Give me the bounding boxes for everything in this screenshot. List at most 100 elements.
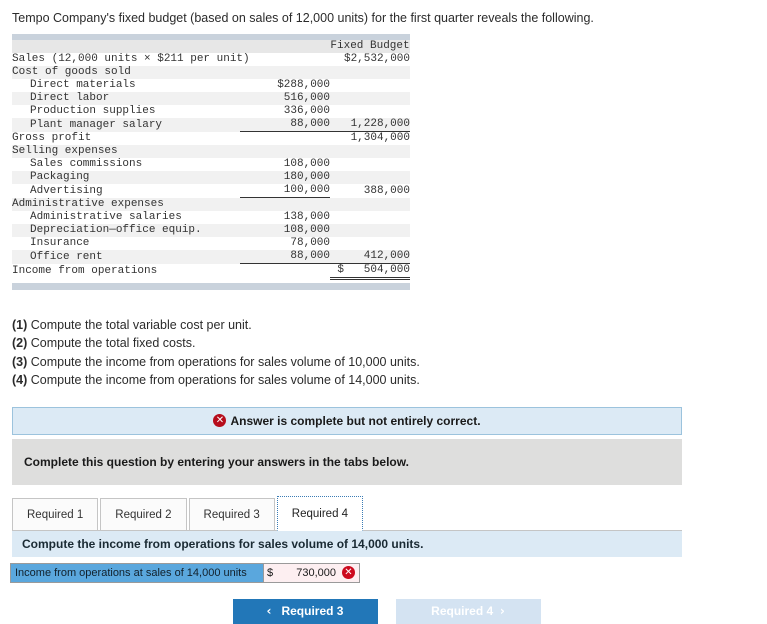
prev-required-label: Required 3	[281, 603, 344, 618]
row-value-right	[330, 79, 410, 93]
row-value-right: 1,228,000	[330, 118, 410, 133]
row-value-mid	[240, 131, 330, 146]
instruction-band: Complete this question by entering your …	[12, 438, 682, 485]
answer-row-label: Income from operations at sales of 14,00…	[11, 563, 263, 582]
row-label: Depreciation—office equip.	[12, 224, 240, 238]
row-value-right	[330, 224, 410, 238]
requirement-number: (2)	[12, 336, 28, 351]
requirement-text: Compute the income from operations for s…	[27, 354, 420, 369]
table-row: Packaging 180,000	[12, 171, 410, 185]
row-value-right	[330, 92, 410, 106]
row-value-right	[330, 105, 410, 119]
row-value-mid	[240, 263, 330, 279]
row-value-right	[330, 197, 410, 212]
row-value-mid	[240, 53, 330, 67]
tab-navigation[interactable]: ‹ Required 3 Required 4 ›	[0, 598, 767, 624]
requirements-list: (1) Compute the total variable cost per …	[12, 316, 755, 389]
row-label: Administrative expenses	[12, 197, 240, 212]
table-row: Administrative expenses	[12, 197, 410, 212]
requirement-text: Compute the total fixed costs.	[27, 336, 196, 351]
table-row: Direct labor 516,000	[12, 92, 410, 106]
row-label: Production supplies	[12, 105, 240, 119]
table-bottom-bar	[12, 283, 410, 291]
table-row: Depreciation—office equip. 108,000	[12, 224, 410, 238]
header-blank	[12, 40, 240, 54]
row-label: Office rent	[12, 250, 240, 264]
requirement-number: (4)	[12, 372, 28, 387]
tab-required-4[interactable]: Required 4	[276, 495, 364, 531]
table-row: Gross profit 1,304,000	[12, 131, 410, 146]
prev-required-button[interactable]: ‹ Required 3	[232, 598, 378, 624]
table-row: Administrative salaries 138,000	[12, 211, 410, 225]
row-value-right	[330, 171, 410, 185]
header-col-mid	[240, 40, 330, 54]
tab-label: Required 1	[27, 508, 84, 521]
table-body: Sales (12,000 units × $211 per unit) $2,5…	[12, 53, 410, 281]
row-label: Direct labor	[12, 92, 240, 106]
requirement-item: (3) Compute the income from operations f…	[12, 353, 755, 371]
requirement-tabs[interactable]: Required 1 Required 2 Required 3 Required 4	[12, 495, 767, 531]
row-label: Sales commissions	[12, 158, 240, 172]
row-value-right	[330, 145, 410, 159]
row-value-mid: 516,000	[240, 92, 330, 106]
tab-required-1[interactable]: Required 1	[12, 497, 99, 531]
table-row: Cost of goods sold	[12, 66, 410, 80]
table-header-row: Fixed Budget	[12, 40, 410, 54]
row-label: Packaging	[12, 171, 240, 185]
tab-required-3[interactable]: Required 3	[188, 497, 275, 531]
tab-label: Required 2	[115, 508, 172, 521]
requirement-text: Compute the income from operations for s…	[27, 372, 420, 387]
row-value-right	[330, 66, 410, 80]
row-label: Insurance	[12, 237, 240, 251]
row-value-right: 412,000	[330, 250, 410, 265]
row-label: Selling expenses	[12, 145, 240, 159]
row-value-right	[330, 237, 410, 251]
row-label: Income from operations	[12, 263, 240, 279]
row-value-mid: 78,000	[240, 237, 330, 251]
row-label: Direct materials	[12, 79, 240, 93]
row-value-right	[330, 211, 410, 225]
answer-status-text: Answer is complete but not entirely corr…	[230, 413, 481, 428]
next-required-button[interactable]: Required 4 ›	[395, 598, 541, 624]
tab-required-2[interactable]: Required 2	[100, 497, 187, 531]
row-value-mid: $288,000	[240, 79, 330, 93]
answer-incorrect-icon: ✕	[342, 566, 355, 580]
row-value-mid: 88,000	[240, 250, 330, 265]
row-value-mid: 180,000	[240, 171, 330, 185]
row-value-right: 1,304,000	[330, 131, 410, 146]
row-value-right: $2,532,000	[330, 53, 410, 67]
row-value-mid	[240, 197, 330, 212]
table-row: Selling expenses	[12, 145, 410, 159]
error-x-icon: ✕	[213, 414, 227, 428]
row-label: Administrative salaries	[12, 211, 240, 225]
row-value-mid	[240, 66, 330, 80]
row-value-mid: 88,000	[240, 118, 330, 133]
fixed-budget-table-wrapper: Fixed Budget Sales (12,000 units × $211 …	[12, 34, 410, 291]
answer-input-row[interactable]: Income from operations at sales of 14,00…	[10, 562, 360, 583]
intro-text: Tempo Company's fixed budget (based on s…	[12, 11, 594, 25]
table-row: Insurance 78,000	[12, 237, 410, 251]
requirement-text: Compute the total variable cost per unit…	[27, 318, 252, 333]
answer-input[interactable]: 730,000	[273, 567, 342, 579]
table-row: Sales commissions 108,000	[12, 158, 410, 172]
requirement-item: (4) Compute the income from operations f…	[12, 371, 755, 389]
requirement-number: (1)	[12, 318, 28, 333]
row-value-mid: 336,000	[240, 105, 330, 119]
row-label: Cost of goods sold	[12, 66, 240, 80]
requirement-item: (2) Compute the total fixed costs.	[12, 334, 755, 352]
table-row: Office rent 88,000 412,000	[12, 250, 410, 265]
answer-value-cell[interactable]: $ 730,000 ✕	[263, 563, 359, 582]
instruction-text: Complete this question by entering your …	[24, 454, 409, 469]
answer-status-banner: ✕ Answer is complete but not entirely cor…	[12, 406, 682, 435]
tab-label: Required 4	[291, 507, 349, 520]
tab-label: Required 3	[203, 508, 260, 521]
header-fixed-budget: Fixed Budget	[330, 40, 410, 54]
row-value-mid: 108,000	[240, 158, 330, 172]
row-label: Advertising	[12, 184, 240, 198]
row-value-mid	[240, 145, 330, 159]
table-row: Income from operations $ 504,000	[12, 263, 410, 281]
table-row: Plant manager salary 88,000 1,228,000	[12, 118, 410, 133]
row-value-mid: 108,000	[240, 224, 330, 238]
row-label: Gross profit	[12, 131, 240, 146]
row-value-mid: 138,000	[240, 211, 330, 225]
